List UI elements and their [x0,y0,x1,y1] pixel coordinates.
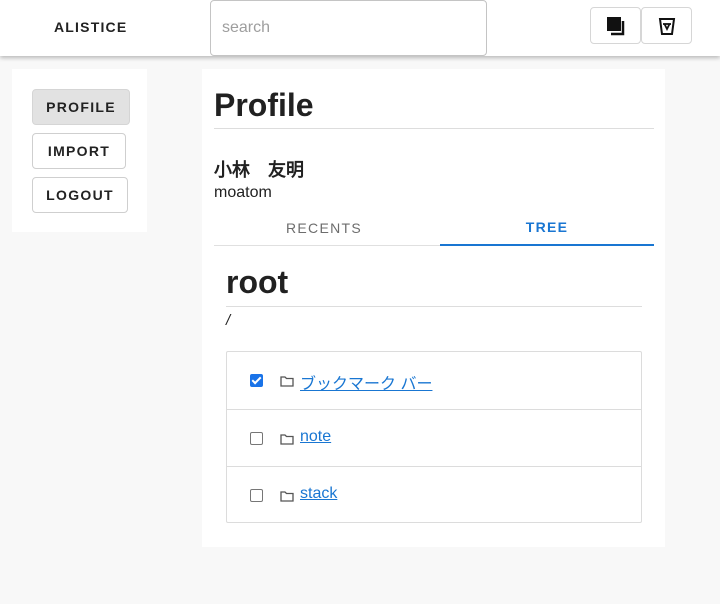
tree-path: / [226,312,231,329]
folder-link[interactable]: stack [300,485,337,503]
top-app-bar: ALISTICE [0,0,720,56]
tab-recents[interactable]: RECENTS [214,210,434,246]
folder-icon [280,434,294,445]
folder-icon [280,491,294,502]
title-divider [214,128,654,129]
main-panel: Profile 小林 友明 moatom RECENTS TREE root /… [202,69,665,547]
sidebar: PROFILE IMPORT LOGOUT [12,69,147,232]
page-title: Profile [214,87,314,123]
copy-button[interactable] [590,7,641,44]
folder-list: ブックマーク バー note stack [226,351,642,523]
sidebar-item-import[interactable]: IMPORT [32,133,126,169]
delete-button[interactable] [641,7,692,44]
brand-logo[interactable]: ALISTICE [54,19,127,35]
list-item[interactable]: stack [227,466,641,523]
row-checkbox[interactable] [250,374,263,387]
sidebar-item-logout[interactable]: LOGOUT [32,177,128,213]
folder-link[interactable]: ブックマーク バー [300,370,432,394]
trash-icon [658,17,675,35]
user-handle: moatom [214,184,272,201]
folder-icon [280,376,294,387]
tree-title: root [226,264,289,300]
row-checkbox[interactable] [250,489,263,502]
list-item[interactable]: ブックマーク バー [227,352,641,409]
tab-bar: RECENTS TREE [214,210,654,246]
search-input[interactable] [210,0,487,56]
row-checkbox[interactable] [250,432,263,445]
user-display-name: 小林 友明 [214,160,304,180]
tree-title-divider [226,306,642,307]
tab-tree[interactable]: TREE [440,210,654,246]
copy-icon [606,16,624,35]
folder-link[interactable]: note [300,428,331,446]
sidebar-item-profile[interactable]: PROFILE [32,89,130,125]
list-item[interactable]: note [227,409,641,466]
